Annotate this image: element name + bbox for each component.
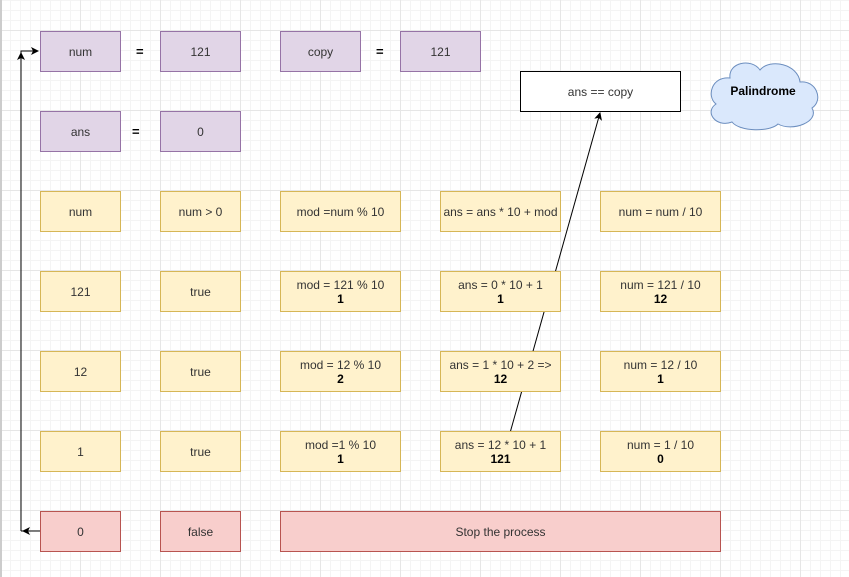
ans-variable[interactable]: ans xyxy=(40,111,121,152)
row-div[interactable]: num = 12 / 10 1 xyxy=(600,351,721,392)
copy-value[interactable]: 121 xyxy=(400,31,481,72)
row-ans[interactable]: ans = 0 * 10 + 11 xyxy=(440,271,561,312)
row-div[interactable]: num = 121 / 10 12 xyxy=(600,271,721,312)
cell-text: ans = 1 * 10 + 2 => xyxy=(449,357,552,372)
cell-text: ans = 12 * 10 + 1 xyxy=(454,437,547,452)
row-mod[interactable]: mod = 12 % 10 2 xyxy=(280,351,401,392)
condition-box[interactable]: ans == copy xyxy=(520,71,681,112)
equals-sign: = xyxy=(132,124,140,139)
cell-text: num = 121 / 10 xyxy=(620,277,701,292)
cell-text: mod =1 % 10 xyxy=(304,437,377,452)
num-value-text: 121 xyxy=(190,44,211,59)
final-num[interactable]: 0 xyxy=(40,511,121,552)
palindrome-label: Palindrome xyxy=(730,84,796,98)
cell-result: 121 xyxy=(490,451,511,466)
header-text: num = num / 10 xyxy=(618,204,703,219)
cell-text: mod = 12 % 10 xyxy=(299,357,382,372)
cell-text: mod = 121 % 10 xyxy=(296,277,385,292)
cell-result: 1 xyxy=(657,371,664,386)
cell-text: num = 1 / 10 xyxy=(626,437,695,452)
cell-result: 1 xyxy=(337,451,344,466)
ans-value-text: 0 xyxy=(197,124,204,139)
row-mod[interactable]: mod = 121 % 10 1 xyxy=(280,271,401,312)
header-condition[interactable]: num > 0 xyxy=(160,191,241,232)
row-mod[interactable]: mod =1 % 10 1 xyxy=(280,431,401,472)
header-text: num xyxy=(68,204,93,219)
header-text: num > 0 xyxy=(178,204,223,219)
cell-text: 0 xyxy=(77,524,84,539)
cell-text: ans = 0 * 10 + 1 xyxy=(458,277,543,292)
copy-value-text: 121 xyxy=(430,44,451,59)
header-div[interactable]: num = num / 10 xyxy=(600,191,721,232)
header-num[interactable]: num xyxy=(40,191,121,232)
cell-result: 2 xyxy=(337,371,344,386)
row-condition[interactable]: true xyxy=(160,351,241,392)
cell-result: 12 xyxy=(653,291,668,306)
header-text: ans = ans * 10 + mod xyxy=(443,204,558,219)
cell-result: 1 xyxy=(497,291,504,306)
equals-sign: = xyxy=(136,44,144,59)
header-mod[interactable]: mod =num % 10 xyxy=(280,191,401,232)
cell-text: true xyxy=(190,364,211,379)
equals-sign: = xyxy=(376,44,384,59)
num-value[interactable]: 121 xyxy=(160,31,241,72)
ans-label: ans xyxy=(70,124,91,139)
cell-text: Stop the process xyxy=(455,524,546,539)
copy-variable[interactable]: copy xyxy=(280,31,361,72)
num-variable[interactable]: num xyxy=(40,31,121,72)
cell-result: 12 xyxy=(493,371,508,386)
stop-process-box[interactable]: Stop the process xyxy=(280,511,721,552)
cell-text: 1 xyxy=(77,444,84,459)
row-condition[interactable]: true xyxy=(160,271,241,312)
cell-result: 1 xyxy=(337,291,344,306)
row-div[interactable]: num = 1 / 10 0 xyxy=(600,431,721,472)
cell-text: true xyxy=(190,284,211,299)
cell-text: true xyxy=(190,444,211,459)
cell-text: num = 12 / 10 xyxy=(623,357,698,372)
cell-text: 121 xyxy=(70,284,91,299)
ans-value[interactable]: 0 xyxy=(160,111,241,152)
copy-label: copy xyxy=(307,44,334,59)
cell-result: 0 xyxy=(657,451,664,466)
row-num[interactable]: 12 xyxy=(40,351,121,392)
final-condition[interactable]: false xyxy=(160,511,241,552)
cell-text: 12 xyxy=(73,364,88,379)
row-ans[interactable]: ans = 1 * 10 + 2 => 12 xyxy=(440,351,561,392)
cell-text: false xyxy=(187,524,214,539)
row-num[interactable]: 1 xyxy=(40,431,121,472)
row-ans[interactable]: ans = 12 * 10 + 1 121 xyxy=(440,431,561,472)
condition-text: ans == copy xyxy=(567,84,634,99)
header-ans[interactable]: ans = ans * 10 + mod xyxy=(440,191,561,232)
loop-connector[interactable] xyxy=(20,51,40,532)
header-text: mod =num % 10 xyxy=(296,204,385,219)
num-label: num xyxy=(68,44,93,59)
row-num[interactable]: 121 xyxy=(40,271,121,312)
row-condition[interactable]: true xyxy=(160,431,241,472)
